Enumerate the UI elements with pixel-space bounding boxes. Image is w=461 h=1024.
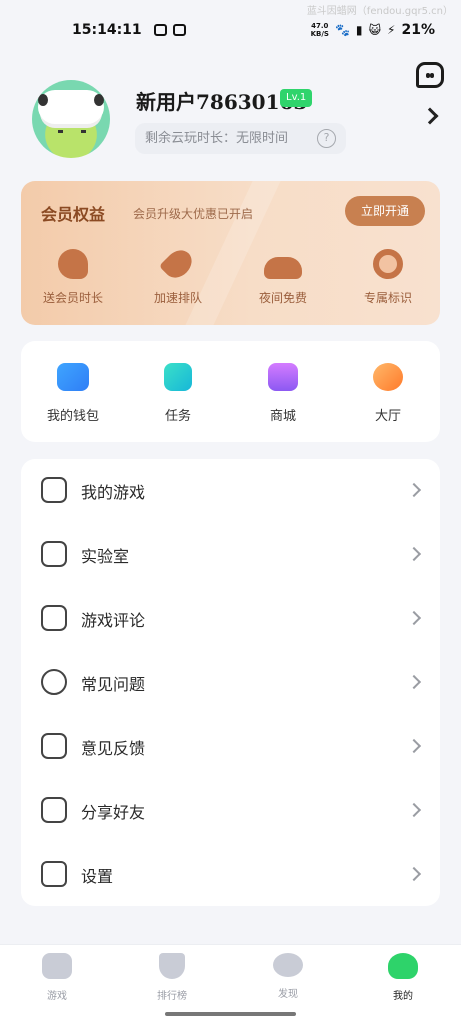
perk-item[interactable]: 送会员时长	[28, 249, 118, 306]
help-icon[interactable]: ?	[317, 129, 336, 148]
avatar-horn-right	[94, 94, 104, 106]
chevron-right-icon	[406, 546, 422, 562]
net-speed: 47.0 KB/S	[311, 22, 329, 38]
menu-item-label: 设置	[81, 867, 114, 886]
clock-icon	[58, 249, 88, 279]
vip-card[interactable]: 会员权益 会员升级大优惠已开启 立即开通 送会员时长 加速排队 夜间免费 专属标…	[21, 181, 440, 325]
paw-icon: 🐾	[334, 23, 350, 37]
tab-discover[interactable]: 发现	[258, 953, 318, 1000]
cloud-time-pill[interactable]: 剩余云玩时长：无限时间 ?	[135, 123, 346, 154]
tab-label: 游戏	[47, 991, 67, 1002]
menu-item-share[interactable]: 分享好友	[21, 779, 440, 843]
perk-label: 加速排队	[153, 291, 202, 305]
menu-list: 我的游戏 实验室 游戏评论 常见问题 意见反馈 分享好友 设置	[21, 459, 440, 906]
tab-label: 发现	[278, 989, 298, 1000]
wallet-button[interactable]: 我的钱包	[28, 363, 118, 424]
menu-item-faq[interactable]: 常见问题	[21, 651, 440, 715]
rocket-icon	[158, 244, 198, 284]
feedback-icon	[41, 733, 67, 759]
quick-actions: 我的钱包 任务 商城 大厅	[21, 341, 440, 442]
tab-games[interactable]: 游戏	[27, 953, 87, 1002]
perk-label: 送会员时长	[42, 291, 103, 305]
battery-level: 21%	[401, 22, 435, 38]
task-icon	[164, 363, 192, 391]
mine-tab-icon	[388, 953, 418, 979]
alert-icon	[41, 669, 67, 695]
tab-label: 排行榜	[157, 991, 187, 1002]
ranking-tab-icon	[159, 953, 185, 979]
net-speed-value: 47.0	[311, 22, 329, 30]
medal-icon	[373, 249, 403, 279]
chevron-right-icon[interactable]	[421, 107, 439, 125]
chevron-right-icon	[406, 482, 422, 498]
open-vip-button[interactable]: 立即开通	[345, 196, 425, 226]
pencil-icon	[41, 605, 67, 631]
chevron-right-icon	[406, 674, 422, 690]
menu-item-label: 常见问题	[81, 675, 146, 694]
quick-action-label: 商城	[269, 409, 296, 424]
discover-tab-icon	[273, 953, 303, 977]
watermark: 蓝斗因蜡网（fendou.gqr5.cn）	[306, 6, 453, 17]
menu-item-game-reviews[interactable]: 游戏评论	[21, 587, 440, 651]
avatar-horn-left	[38, 94, 48, 106]
menu-item-lab[interactable]: 实验室	[21, 523, 440, 587]
perk-item[interactable]: 加速排队	[133, 244, 223, 306]
tab-label: 我的	[393, 991, 413, 1002]
wallet-icon	[57, 363, 89, 391]
vip-subtitle: 会员升级大优惠已开启	[133, 207, 254, 221]
status-right-group: 47.0 KB/S 🐾 ▮ 😺 ⚡ 21%	[311, 22, 435, 38]
shop-button[interactable]: 商城	[238, 363, 328, 424]
mail-icon	[172, 24, 186, 36]
message-icon[interactable]	[416, 62, 444, 88]
chevron-right-icon	[406, 802, 422, 818]
status-time: 15:14:11	[72, 22, 142, 38]
game-tab-icon	[42, 953, 72, 979]
quick-action-label: 我的钱包	[46, 409, 99, 424]
menu-item-label: 实验室	[81, 547, 130, 566]
net-speed-unit: KB/S	[310, 30, 329, 38]
perk-item[interactable]: 夜间免费	[238, 249, 328, 306]
signal-icon: ▮	[355, 23, 363, 37]
shop-icon	[268, 363, 298, 391]
quick-action-label: 大厅	[374, 409, 401, 424]
chevron-right-icon	[406, 866, 422, 882]
menu-item-my-games[interactable]: 我的游戏	[21, 459, 440, 523]
avatar[interactable]	[32, 80, 110, 158]
tv-icon	[153, 24, 167, 36]
perk-item[interactable]: 专属标识	[343, 249, 433, 306]
home-indicator[interactable]	[165, 1012, 296, 1016]
tab-mine[interactable]: 我的	[373, 953, 433, 1002]
moon-cloud-icon	[264, 257, 302, 279]
hall-button[interactable]: 大厅	[343, 363, 433, 424]
menu-item-feedback[interactable]: 意见反馈	[21, 715, 440, 779]
menu-item-label: 分享好友	[81, 803, 146, 822]
menu-item-label: 游戏评论	[81, 611, 146, 630]
menu-item-settings[interactable]: 设置	[21, 843, 440, 907]
hall-icon	[373, 363, 403, 391]
charging-icon: ⚡	[387, 23, 396, 37]
gamepad-icon	[41, 477, 67, 503]
perk-label: 专属标识	[363, 291, 412, 305]
level-badge: Lv.1	[280, 89, 313, 107]
quick-action-label: 任务	[164, 409, 191, 424]
status-notification-icons	[153, 24, 186, 36]
menu-item-label: 意见反馈	[81, 739, 146, 758]
menu-item-label: 我的游戏	[81, 483, 146, 502]
task-button[interactable]: 任务	[133, 363, 223, 424]
cloud-time-label: 剩余云玩时长：无限时间	[145, 131, 289, 146]
settings-icon	[41, 861, 67, 887]
share-icon	[41, 797, 67, 823]
cat-icon: 😺	[368, 23, 382, 37]
avatar-face	[56, 128, 88, 144]
avatar-wool	[38, 90, 104, 124]
perk-label: 夜间免费	[258, 291, 307, 305]
chevron-right-icon	[406, 610, 422, 626]
chevron-right-icon	[406, 738, 422, 754]
tab-ranking[interactable]: 排行榜	[142, 953, 202, 1002]
flask-icon	[41, 541, 67, 567]
vip-title: 会员权益	[41, 205, 106, 224]
